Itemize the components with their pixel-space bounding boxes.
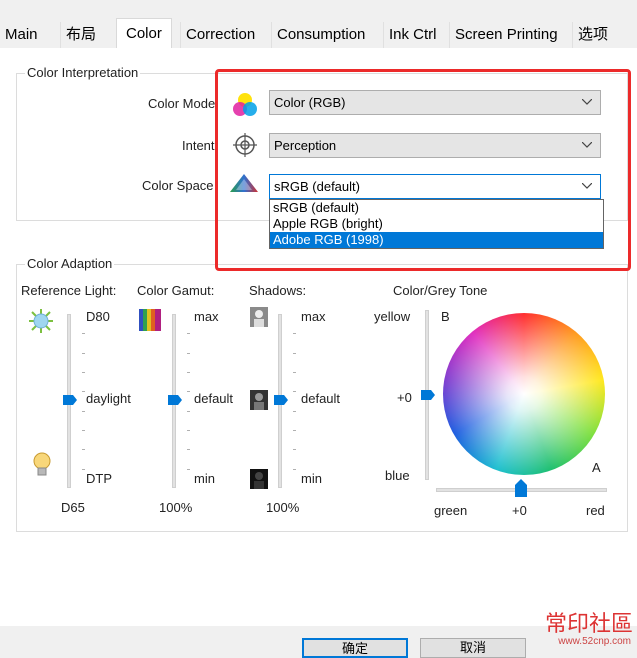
color-gamut-triangle-icon [229, 172, 259, 197]
reference-light-slider-thumb[interactable] [63, 395, 77, 405]
shadows-value: 100% [266, 500, 300, 515]
grey-tone-label: Color/Grey Tone [393, 283, 488, 298]
reference-light-mid-label: daylight [86, 391, 131, 406]
reference-light-value: D65 [61, 500, 85, 515]
slider-tick [82, 372, 85, 373]
chevron-down-icon [582, 142, 592, 148]
slider-tick [82, 468, 85, 470]
grey-tone-vertical-slider-thumb[interactable] [421, 390, 435, 400]
color-gamut-top-label: max [194, 309, 219, 324]
color-gamut-slider-thumb[interactable] [168, 395, 182, 405]
color-space-value: sRGB (default) [274, 179, 360, 194]
shadows-mid-label: default [301, 391, 341, 406]
shadow-light-icon [250, 307, 268, 330]
slider-tick [293, 372, 296, 373]
color-space-select[interactable]: sRGB (default) [269, 174, 601, 199]
slider-tick [187, 430, 190, 431]
color-mode-label: Color Mode [148, 96, 216, 111]
grey-tone-yellow-label: yellow [374, 309, 411, 324]
tab-consumption[interactable]: Consumption [271, 22, 370, 48]
slider-tick [187, 352, 190, 354]
ok-button[interactable]: 确定 [302, 638, 408, 658]
reference-light-label: Reference Light: [21, 283, 117, 298]
color-space-option-apple-rgb[interactable]: Apple RGB (bright) [270, 216, 603, 232]
color-adaption-legend: Color Adaption [25, 256, 115, 271]
grey-tone-horizontal-zero-label: +0 [512, 503, 527, 518]
slider-tick [82, 430, 85, 431]
light-bulb-icon [32, 452, 52, 481]
tab-color[interactable]: Color [116, 18, 172, 49]
intent-value: Perception [274, 138, 337, 153]
color-space-dropdown-list: sRGB (default) Apple RGB (bright) Adobe … [269, 199, 604, 249]
grey-tone-green-label: green [434, 503, 468, 518]
shadows-label: Shadows: [249, 283, 307, 298]
color-gamut-label: Color Gamut: [137, 283, 215, 298]
tab-layout[interactable]: 布局 [60, 22, 101, 48]
slider-tick [82, 352, 85, 354]
cmy-circles-icon [231, 91, 259, 122]
grey-tone-a-label: A [592, 460, 601, 475]
color-mode-select[interactable]: Color (RGB) [269, 90, 601, 115]
grey-tone-red-label: red [586, 503, 605, 518]
slider-tick [293, 333, 296, 335]
reference-light-top-label: D80 [86, 309, 110, 324]
chevron-down-icon [582, 183, 592, 189]
slider-tick [293, 391, 296, 393]
color-gamut-mid-label: default [194, 391, 234, 406]
grey-tone-blue-label: blue [385, 468, 410, 483]
color-space-option-srgb[interactable]: sRGB (default) [270, 200, 603, 216]
tab-ink-ctrl[interactable]: Ink Ctrl [383, 22, 442, 48]
slider-tick [187, 333, 190, 335]
intent-label: Intent [182, 138, 215, 153]
slider-tick [293, 449, 296, 451]
intent-select[interactable]: Perception [269, 133, 601, 158]
gamut-bars-icon [139, 309, 161, 334]
slider-tick [293, 430, 296, 431]
color-interpretation-legend: Color Interpretation [25, 65, 141, 80]
grey-tone-vertical-zero-label: +0 [397, 390, 412, 405]
tab-correction[interactable]: Correction [180, 22, 260, 48]
shadows-bottom-label: min [301, 471, 322, 486]
color-space-label: Color Space [142, 178, 214, 193]
watermark-url: www.52cnp.com [558, 636, 631, 647]
shadows-slider-thumb[interactable] [274, 395, 288, 405]
reference-light-bottom-label: DTP [86, 471, 112, 486]
grey-tone-b-label: B [441, 309, 450, 324]
slider-tick [187, 468, 190, 470]
tab-screen-printing[interactable]: Screen Printing [449, 22, 563, 48]
shadow-default-icon [250, 390, 268, 413]
slider-tick [82, 333, 85, 335]
slider-tick [187, 372, 190, 373]
slider-tick [187, 449, 190, 451]
shadows-top-label: max [301, 309, 326, 324]
sun-icon [29, 309, 53, 336]
slider-tick [82, 410, 85, 412]
tab-bar: Main 布局 Color Correction Consumption Ink… [0, 18, 637, 49]
target-icon [232, 132, 258, 161]
slider-tick [187, 410, 190, 412]
watermark-logo: 常印社區 [544, 612, 633, 637]
slider-tick [187, 391, 190, 393]
slider-tick [82, 391, 85, 393]
slider-tick [82, 449, 85, 451]
slider-tick [293, 468, 296, 470]
slider-tick [293, 352, 296, 354]
tab-main[interactable]: Main [0, 22, 43, 48]
shadow-dark-icon [250, 469, 268, 492]
color-gamut-value: 100% [159, 500, 193, 515]
cancel-button[interactable]: 取消 [420, 638, 526, 658]
chevron-down-icon [582, 99, 592, 105]
color-gamut-bottom-label: min [194, 471, 215, 486]
color-mode-value: Color (RGB) [274, 95, 346, 110]
grey-tone-horizontal-slider-thumb[interactable] [515, 479, 527, 497]
slider-tick [293, 410, 296, 412]
color-wheel[interactable] [443, 313, 605, 475]
tab-options[interactable]: 选项 [572, 22, 613, 48]
color-space-option-adobe-rgb[interactable]: Adobe RGB (1998) [270, 232, 603, 248]
